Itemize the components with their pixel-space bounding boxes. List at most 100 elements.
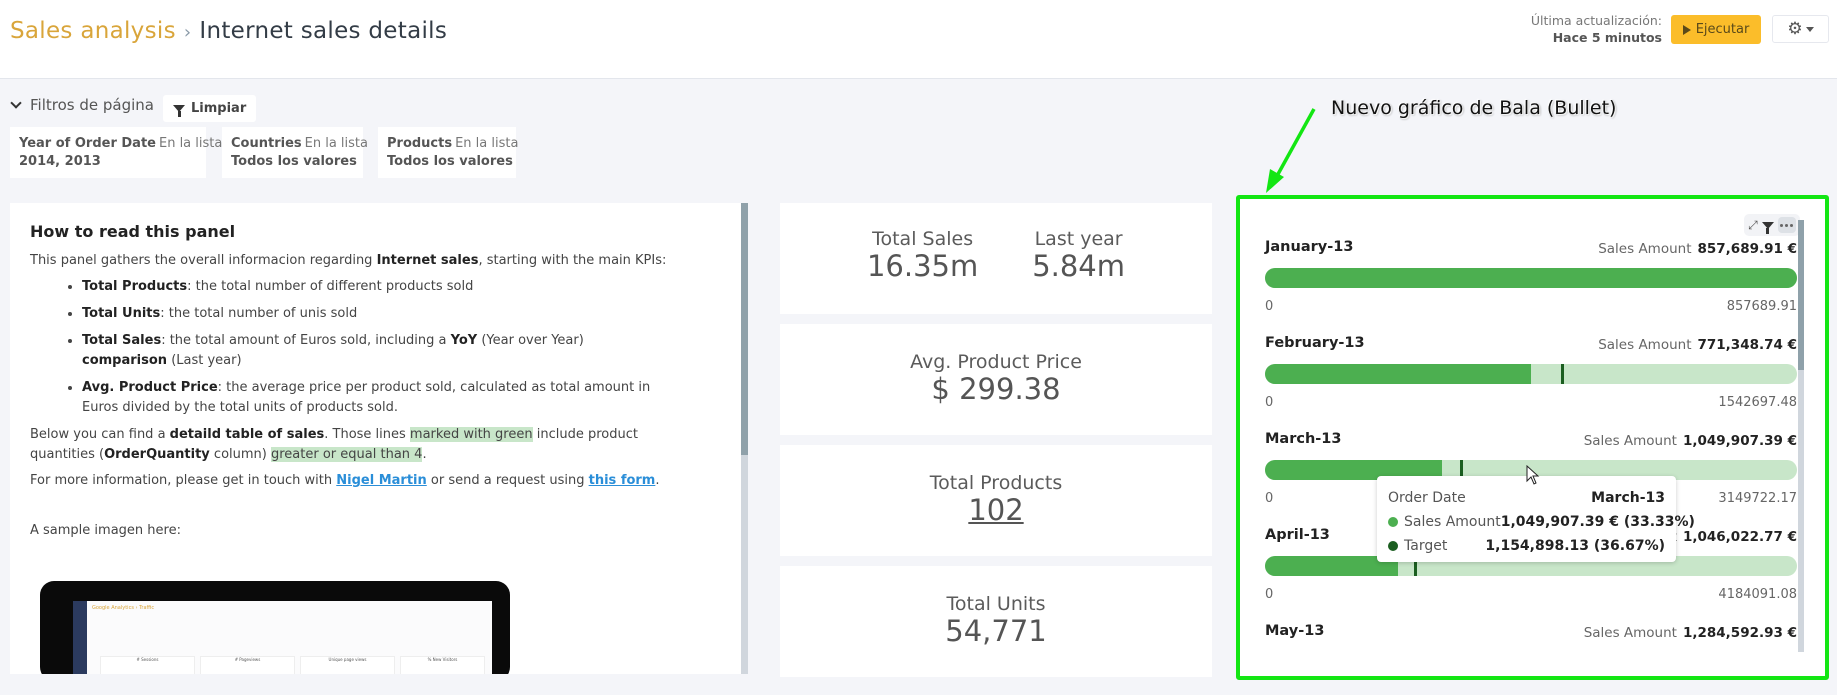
filter-values: Todos los valores [387, 154, 513, 169]
run-button-label: Ejecutar [1695, 22, 1750, 37]
kpi-sales-current: Total Sales 16.35m [867, 228, 978, 282]
filter-name: Countries [231, 136, 302, 151]
filter-icon[interactable] [1761, 221, 1774, 234]
bullet-chart-scrollbar[interactable] [1798, 220, 1804, 652]
bullet-amount: Sales Amount 1,049,907.39 € [1584, 433, 1797, 449]
list-item: Total Sales: the total amount of Euros s… [82, 331, 727, 371]
kpi-list: Total Products: the total number of diff… [30, 277, 727, 418]
run-button[interactable]: Ejecutar [1671, 15, 1761, 44]
bullet-bar-sales[interactable] [1265, 364, 1531, 384]
axis-max-label: 857689.91 [1726, 299, 1797, 314]
page-filters-heading: Filtros de página [30, 96, 154, 114]
axis-min-label: 0 [1265, 491, 1274, 506]
bullet-category-label: February-13 [1265, 335, 1365, 351]
scrollbar-thumb[interactable] [1798, 220, 1804, 370]
tooltip-row-label: Sales Amount [1404, 514, 1501, 530]
axis-max-label: 3149722.17 [1718, 491, 1797, 506]
play-icon [1682, 24, 1691, 35]
info-text-panel: How to read this panel This panel gather… [10, 203, 747, 674]
sample-card: % New Visitors [400, 656, 485, 674]
bold-text: detaild table of sales [169, 427, 325, 442]
expand-icon[interactable]: ⤢ [1748, 218, 1758, 233]
bullet-category-label: January-13 [1265, 239, 1354, 255]
nigel-martin-link[interactable]: Nigel Martin [336, 473, 427, 488]
filter-chip-year[interactable]: Year of Order Date En la lista 2014, 2013 [10, 127, 222, 178]
kpi-label: Total Products [929, 472, 1063, 494]
breadcrumb: Sales analysis › Internet sales details [10, 18, 447, 44]
top-bar: Sales analysis › Internet sales details Úl… [0, 0, 1837, 79]
axis-max-label: 1542697.48 [1718, 395, 1797, 410]
list-item: Total Products: the total number of diff… [82, 277, 727, 297]
more-icon[interactable] [1777, 217, 1796, 233]
kpi-value-link[interactable]: 102 [780, 494, 1212, 526]
kpi-value: $ 299.38 [931, 372, 1061, 406]
clear-filters-button[interactable]: Limpiar [163, 95, 257, 122]
last-update-value: Hace 5 minutos [1552, 30, 1662, 45]
filter-icon [173, 105, 185, 117]
gear-icon: ⚙ [1787, 19, 1803, 39]
measure-label: Sales Amount [1583, 625, 1677, 641]
filter-chip-countries[interactable]: Countries En la lista Todos los valores [222, 127, 368, 178]
text: . [422, 447, 427, 462]
sales-dot-icon [1388, 517, 1398, 527]
info-intro: This panel gathers the overall informaci… [30, 251, 727, 271]
tooltip-row-value: 1,154,898.13 (36.67%) [1485, 538, 1665, 554]
breadcrumb-separator-icon: › [183, 22, 192, 43]
measure-label: Sales Amount [1598, 337, 1692, 353]
settings-button[interactable]: ⚙ [1772, 15, 1829, 43]
list-item: Total Units: the total number of unis so… [82, 304, 727, 324]
bold-text: YoY [450, 333, 478, 348]
kpi-label: Total Units [946, 593, 1046, 615]
page-title: Internet sales details [199, 18, 448, 44]
measure-value: 857,689.91 € [1697, 241, 1798, 257]
filter-chip-products[interactable]: Products En la lista Todos los valores [378, 127, 518, 178]
contact-paragraph: For more information, please get in touc… [30, 471, 727, 491]
text: (Year over Year) [477, 333, 584, 348]
page-filters-toggle[interactable]: Filtros de página [10, 96, 154, 114]
sample-image-label: A sample imagen here: [30, 523, 181, 538]
filter-values: Todos los valores [231, 154, 357, 169]
info-panel-scrollbar[interactable] [741, 203, 748, 674]
bullet-bar-sales[interactable] [1265, 268, 1797, 288]
tooltip-row: Sales Amount 1,049,907.39 € (33.33%) [1388, 510, 1695, 534]
measure-value: 771,348.74 € [1697, 337, 1798, 353]
text: . Those lines [324, 427, 410, 442]
text: : the total amount of Euros sold, includ… [161, 333, 451, 348]
text: (Last year) [167, 353, 242, 368]
text: column) [209, 447, 271, 462]
tooltip-header-label: Order Date [1388, 490, 1466, 506]
bullet-category-label: April-13 [1265, 527, 1330, 543]
list-item: Avg. Product Price: the average price pe… [82, 378, 727, 418]
measure-value: 1,046,022.77 € [1682, 529, 1797, 545]
axis-min-label: 0 [1265, 395, 1274, 410]
text: , starting with the main KPIs: [478, 253, 667, 268]
mouse-cursor-icon [1526, 465, 1540, 485]
bold-text: Total Sales [82, 333, 162, 348]
bullet-target-marker[interactable] [1561, 364, 1565, 384]
kpi-avg-price: Avg. Product Price $ 299.38 [780, 324, 1212, 435]
text: : the total number of unis sold [160, 306, 358, 321]
filter-operator: En la lista [304, 136, 368, 151]
bullet-category-label: May-13 [1265, 623, 1325, 639]
sample-card: # Pageviews [200, 656, 295, 674]
breadcrumb-parent-link[interactable]: Sales analysis [10, 18, 176, 44]
chart-tooltip: Order Date March-13 Sales Amount 1,049,9… [1377, 476, 1695, 562]
kpi-sales-last-year: Last year 5.84m [1032, 228, 1125, 282]
filter-operator: En la lista [158, 136, 223, 151]
bullet-track[interactable] [1265, 364, 1797, 384]
scrollbar-thumb[interactable] [741, 203, 748, 455]
request-form-link[interactable]: this form [589, 473, 656, 488]
info-panel-title: How to read this panel [30, 222, 236, 241]
bullet-amount: Sales Amount 1,284,592.93 € [1584, 625, 1797, 641]
caret-down-icon [1805, 26, 1814, 32]
target-dot-icon [1388, 541, 1398, 551]
annotation-label: Nuevo gráfico de Bala (Bullet) [1331, 97, 1617, 119]
clear-filters-label: Limpiar [191, 101, 247, 116]
text: For more information, please get in touc… [30, 473, 337, 488]
kpi-value: 54,771 [945, 614, 1047, 648]
widget-toolbar: ⤢ [1744, 214, 1800, 236]
measure-value: 1,049,907.39 € [1682, 433, 1797, 449]
kpi-label: Last year [1034, 228, 1123, 250]
bullet-track[interactable] [1265, 268, 1797, 288]
sample-image: Google Analytics › Traffic # Sessions # … [40, 581, 510, 674]
